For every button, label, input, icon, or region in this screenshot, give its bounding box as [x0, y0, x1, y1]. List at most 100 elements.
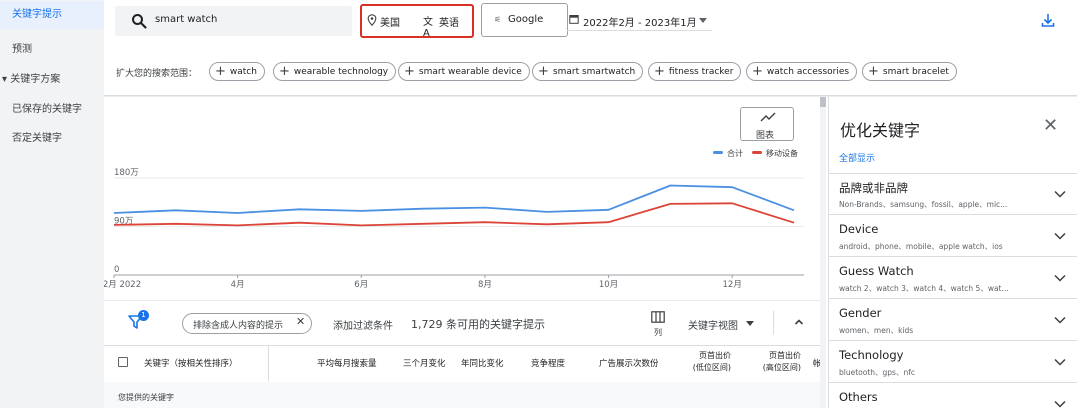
chevron-up-icon[interactable]: [794, 317, 804, 327]
language-value: 英语: [439, 18, 459, 29]
series-line-total[interactable]: [113, 184, 795, 214]
legend-total: 合计: [713, 148, 743, 159]
chevron-down-icon[interactable]: [1054, 358, 1066, 366]
column-header-three-month-change[interactable]: 三个月变化: [403, 357, 446, 369]
suggestion-chip[interactable]: + wearable technology: [273, 62, 397, 81]
columns-label: 列: [654, 328, 662, 337]
suggestion-chip[interactable]: + watch accessories: [746, 62, 858, 81]
x-tick-label: 6月: [354, 280, 368, 290]
scrollbar-thumb[interactable]: [820, 97, 826, 107]
network-icon: ⚟: [494, 15, 502, 24]
y-tick-label: 180万: [114, 168, 139, 178]
plus-icon: +: [752, 64, 763, 79]
chevron-down-icon[interactable]: [1054, 316, 1066, 324]
search-input[interactable]: [115, 6, 352, 36]
refine-group-guess-watch-sub: watch 2、watch 3、watch 4、watch 5、wat...: [839, 284, 1009, 293]
plus-icon: +: [215, 64, 226, 79]
x-tick-label: 4月: [231, 280, 245, 290]
search-icon: [132, 14, 147, 29]
column-header-competition[interactable]: 竞争程度: [531, 357, 565, 369]
x-tick-label: 2月 2022: [104, 280, 141, 290]
panel-divider: [829, 340, 1077, 341]
x-tick-label: 12月: [723, 280, 742, 290]
suggestion-chip[interactable]: + fitness tracker: [648, 62, 742, 81]
legend-mobile: 移动设备: [752, 148, 798, 159]
refine-group-others-title[interactable]: Others: [839, 390, 878, 404]
chevron-down-icon[interactable]: [1054, 274, 1066, 282]
columns-icon[interactable]: [651, 311, 665, 323]
date-range-underline: [567, 30, 712, 31]
toolbar-divider: [773, 311, 774, 335]
legend-swatch-mobile: [752, 151, 762, 154]
vertical-scrollbar[interactable]: [820, 97, 826, 408]
refine-group-guess-watch-title[interactable]: Guess Watch: [839, 264, 914, 278]
chevron-down-icon[interactable]: [1054, 190, 1066, 198]
suggestion-chip[interactable]: + smart smartwatch: [532, 62, 644, 81]
refine-group-brand-sub: Non-Brands、samsung、fossil、apple、mic...: [839, 200, 1008, 209]
column-divider: [268, 345, 269, 381]
trend-line-icon: [760, 112, 776, 122]
plus-icon: +: [868, 64, 879, 79]
column-header-account-status[interactable]: 帐: [813, 357, 820, 369]
date-dropdown-caret-icon[interactable]: [699, 18, 707, 23]
show-all-link[interactable]: 全部显示: [839, 151, 875, 164]
nav-item-keyword-plans[interactable]: ▾ 关键字方案: [0, 66, 104, 94]
suggestion-chip[interactable]: + smart wearable device: [398, 62, 530, 81]
chevron-down-icon[interactable]: [746, 321, 754, 326]
search-volume-chart: 090万180万2月 2022 4月 6月 8月 10月 12月: [104, 168, 804, 290]
keyword-view-dropdown[interactable]: 关键字视图: [688, 317, 738, 332]
search-query: smart watch: [155, 14, 218, 25]
chevron-down-icon[interactable]: [1054, 232, 1066, 240]
chart-toggle-label: 图表: [756, 131, 775, 141]
exclude-adult-label: 排除含成人内容的提示: [193, 321, 284, 331]
refine-group-technology-title[interactable]: Technology: [839, 348, 903, 362]
legend-swatch-total: [713, 151, 723, 154]
download-icon[interactable]: [1040, 12, 1056, 28]
column-header-top-bid-low[interactable]: 页首出价 (低位区间): [683, 350, 731, 374]
keyword-count-text: 1,729 条可用的关键字提示: [411, 318, 545, 331]
nav-item-negative-keywords[interactable]: 否定关键字: [0, 125, 104, 153]
left-nav: 关键字提示 预测 ▾ 关键字方案 已保存的关键字 否定关键字: [0, 0, 104, 408]
column-header-keyword[interactable]: 关键字（按相关性排序）: [144, 357, 238, 369]
location-value: 美国: [380, 18, 400, 29]
network-value: Google: [508, 14, 544, 25]
location-pin-icon: [367, 14, 377, 26]
column-header-impression-share[interactable]: 广告展示次数份: [599, 357, 661, 369]
suggestion-chip[interactable]: + watch: [209, 62, 265, 81]
panel-divider: [829, 382, 1077, 383]
select-all-checkbox[interactable]: [118, 357, 128, 367]
close-icon[interactable]: ✕: [1043, 115, 1058, 136]
refine-group-gender-sub: women、men、kids: [839, 326, 914, 335]
chevron-down-icon[interactable]: [1054, 400, 1066, 408]
plus-icon: +: [404, 64, 415, 79]
plus-icon: +: [279, 64, 290, 79]
panel-divider: [829, 256, 1077, 257]
y-tick-label: 0: [114, 265, 119, 275]
provided-keywords-row: [104, 382, 820, 408]
column-header-top-bid-high[interactable]: 页首出价 (高位区间): [753, 350, 801, 374]
x-tick-label: 10月: [599, 280, 618, 290]
panel-divider: [829, 214, 1077, 215]
nav-item-forecast[interactable]: 预测: [0, 36, 104, 64]
panel-title: 优化关键字: [840, 121, 921, 140]
suggestion-chip[interactable]: + smart bracelet: [862, 62, 957, 81]
expand-search-label: 扩大您的搜索范围：: [116, 69, 198, 79]
nav-item-saved-keywords[interactable]: 已保存的关键字: [0, 96, 104, 124]
add-filter-button[interactable]: 添加过滤条件: [333, 317, 393, 332]
panel-divider: [829, 173, 1077, 174]
refine-group-gender-title[interactable]: Gender: [839, 306, 881, 320]
date-range-value[interactable]: 2022年2月 - 2023年1月: [583, 14, 697, 29]
column-header-avg-monthly-searches[interactable]: 平均每月搜索量: [317, 357, 377, 369]
plus-icon: +: [538, 64, 549, 79]
refine-group-device-sub: android、phone、mobile、apple watch、ios: [839, 242, 1003, 251]
column-header-yoy-change[interactable]: 年同比变化: [461, 357, 504, 369]
panel-divider: [829, 298, 1077, 299]
refine-group-brand-title[interactable]: 品牌或非品牌: [839, 180, 908, 196]
series-line-mobile[interactable]: [113, 202, 795, 227]
close-icon[interactable]: ✕: [296, 315, 305, 328]
translate-icon: 文A: [423, 17, 433, 39]
refine-group-technology-sub: bluetooth、gps、nfc: [839, 368, 915, 377]
refine-group-device-title[interactable]: Device: [839, 222, 878, 236]
nav-item-keyword-ideas[interactable]: 关键字提示: [0, 1, 104, 29]
calendar-icon: [569, 15, 579, 24]
